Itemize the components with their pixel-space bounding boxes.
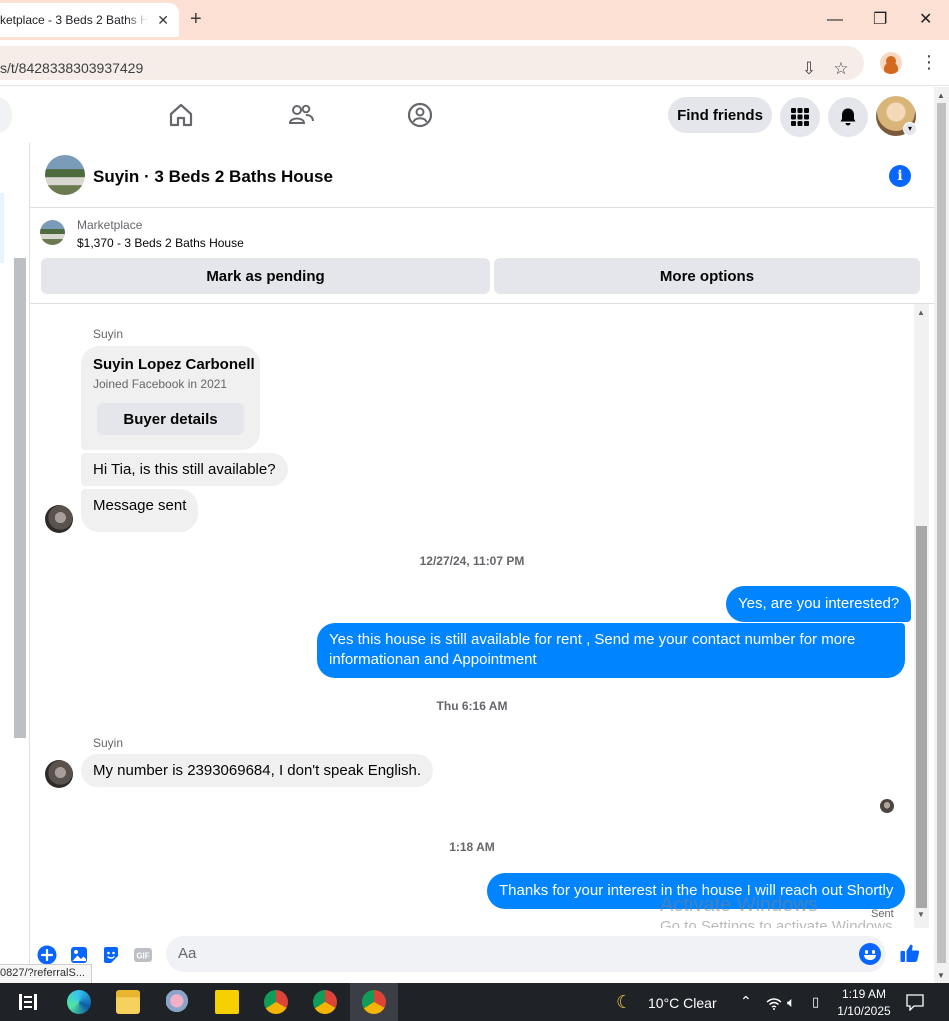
- sticky-notes-icon[interactable]: [215, 990, 239, 1014]
- address-bar[interactable]: s/t/8428338303937429 ⇩ ☆: [0, 46, 864, 80]
- find-friends-button[interactable]: Find friends: [668, 97, 772, 133]
- buyer-name: Suyin Lopez Carbonell: [93, 356, 255, 373]
- windows-taskbar: ☾ 10°C Clear ⌃ 🔈︎ ▯ 1:19 AM 1/10/2025: [0, 983, 949, 1021]
- thread-scroll-up-icon[interactable]: ▲: [917, 308, 925, 317]
- chevron-up-icon[interactable]: ⌃: [740, 993, 752, 1010]
- clock-date[interactable]: 1/10/2025: [833, 1004, 895, 1018]
- message-bubble-incoming[interactable]: Message sent: [81, 489, 199, 532]
- battery-icon[interactable]: ▯: [812, 994, 819, 1010]
- task-view-icon[interactable]: [19, 994, 37, 1010]
- emoji-icon[interactable]: [859, 943, 881, 965]
- chat-list-sidebar: [0, 143, 30, 983]
- message-bubble-outgoing[interactable]: Yes this house is still available for re…: [317, 623, 905, 678]
- friends-icon[interactable]: [287, 101, 315, 129]
- sender-name: Suyin: [93, 327, 124, 341]
- listing-description[interactable]: $1,370 - 3 Beds 2 Baths House: [77, 236, 244, 250]
- volume-icon[interactable]: 🔈︎: [787, 994, 795, 1011]
- browser-tab-active[interactable]: ketplace - 3 Beds 2 Baths H ✕: [0, 3, 179, 37]
- message-thread[interactable]: Suyin Suyin Lopez Carbonell Joined Faceb…: [30, 304, 934, 928]
- info-icon[interactable]: i: [889, 165, 911, 187]
- new-tab-icon[interactable]: +: [190, 9, 202, 29]
- groups-icon[interactable]: [406, 101, 434, 129]
- sender-name: Suyin: [93, 736, 124, 750]
- listing-thumbnail[interactable]: [40, 220, 65, 245]
- marketplace-label: Marketplace: [77, 218, 143, 232]
- conversation-header: Suyin · 3 Beds 2 Baths House i: [30, 143, 934, 208]
- message-bubble-incoming[interactable]: Hi Tia, is this still available?: [81, 453, 288, 486]
- bookmark-star-icon[interactable]: ☆: [831, 59, 851, 79]
- url-text: s/t/8428338303937429: [0, 60, 144, 76]
- clock-time[interactable]: 1:19 AM: [833, 987, 895, 1001]
- moon-weather-icon[interactable]: ☾: [616, 992, 632, 1013]
- windows-activation-watermark: Activate Windows: [660, 894, 818, 916]
- timestamp: 1:18 AM: [449, 840, 495, 854]
- wifi-icon[interactable]: [766, 997, 782, 1010]
- chrome-profile-a-icon[interactable]: [264, 990, 288, 1014]
- window-close-icon[interactable]: ✕: [919, 10, 932, 30]
- buyer-details-button[interactable]: Buyer details: [97, 403, 244, 435]
- buyer-profile-card: Suyin Lopez Carbonell Joined Facebook in…: [81, 346, 260, 450]
- message-input[interactable]: Aa: [166, 936, 886, 972]
- search-input[interactable]: [0, 97, 12, 133]
- message-composer: GIF Aa: [30, 928, 934, 983]
- tab-title: ketplace - 3 Beds 2 Baths H: [0, 13, 148, 27]
- photo-icon[interactable]: [69, 945, 89, 965]
- sidebar-scrollbar[interactable]: [14, 258, 26, 738]
- facebook-top-nav: Find friends ▾: [0, 87, 934, 143]
- mark-as-pending-button[interactable]: Mark as pending: [41, 258, 490, 294]
- file-explorer-icon[interactable]: [116, 990, 140, 1014]
- browser-tab-strip: ketplace - 3 Beds 2 Baths H ✕ + — ❐ ✕: [0, 0, 949, 40]
- conversation-title[interactable]: Suyin · 3 Beds 2 Baths House: [93, 167, 333, 187]
- install-app-icon[interactable]: ⇩: [799, 59, 819, 79]
- notifications-button[interactable]: [828, 97, 868, 137]
- thread-scroll-down-icon[interactable]: ▼: [917, 910, 925, 919]
- timestamp: 12/27/24, 11:07 PM: [419, 554, 525, 568]
- restore-icon[interactable]: ❐: [873, 10, 887, 30]
- notification-center-icon[interactable]: [906, 994, 924, 1011]
- chrome-profile-icon[interactable]: [880, 52, 902, 74]
- bell-icon: [840, 108, 856, 126]
- browser-toolbar: s/t/8428338303937429 ⇩ ☆: [0, 40, 949, 86]
- thread-scrollbar[interactable]: ▲ ▼: [914, 304, 929, 928]
- timestamp: Thu 6:16 AM: [436, 699, 508, 713]
- scroll-up-arrow-icon[interactable]: ▲: [937, 91, 945, 100]
- sticker-icon[interactable]: [101, 945, 121, 965]
- weather-text[interactable]: 10°C Clear: [648, 995, 717, 1011]
- chrome-menu-icon[interactable]: ⋮: [920, 51, 938, 73]
- seen-indicator-avatar: [880, 799, 894, 813]
- buyer-joined-date: Joined Facebook in 2021: [93, 377, 228, 391]
- svg-text:GIF: GIF: [136, 952, 149, 961]
- edge-browser-icon[interactable]: [67, 990, 91, 1014]
- chrome-profile-c-icon[interactable]: [362, 990, 386, 1014]
- marketplace-listing-panel: Marketplace $1,370 - 3 Beds 2 Baths Hous…: [30, 208, 934, 304]
- selected-chat-indicator: [0, 193, 4, 263]
- sender-avatar[interactable]: [45, 760, 73, 788]
- menu-grid-button[interactable]: [780, 97, 820, 137]
- scroll-down-arrow-icon[interactable]: ▼: [937, 971, 945, 980]
- paint-app-icon[interactable]: [166, 990, 190, 1014]
- thread-scrollbar-thumb[interactable]: [916, 526, 927, 908]
- gif-icon[interactable]: GIF: [133, 945, 153, 965]
- sender-avatar[interactable]: [45, 505, 73, 533]
- more-options-button[interactable]: More options: [494, 258, 920, 294]
- chrome-profile-b-icon[interactable]: [313, 990, 337, 1014]
- page-scrollbar-thumb[interactable]: [937, 103, 946, 963]
- link-status-bubble: 0827/?referralS...: [0, 964, 92, 984]
- tab-close-icon[interactable]: ✕: [157, 11, 169, 29]
- chevron-down-icon[interactable]: ▾: [903, 122, 917, 136]
- thumbs-up-icon[interactable]: [899, 942, 921, 964]
- sent-status: Sent: [871, 908, 894, 920]
- home-icon[interactable]: [167, 101, 195, 129]
- message-bubble-incoming[interactable]: My number is 2393069684, I don't speak E…: [81, 754, 434, 787]
- windows-activation-hint: Go to Settings to activate Windows.: [660, 918, 897, 928]
- plus-circle-icon[interactable]: [37, 945, 57, 965]
- conversation-thumbnail[interactable]: [45, 155, 85, 195]
- minimize-icon[interactable]: —: [827, 10, 843, 30]
- grid-icon: [791, 108, 809, 126]
- page-scrollbar[interactable]: ▲ ▼: [934, 87, 949, 983]
- message-bubble-outgoing[interactable]: Yes, are you interested?: [726, 586, 912, 622]
